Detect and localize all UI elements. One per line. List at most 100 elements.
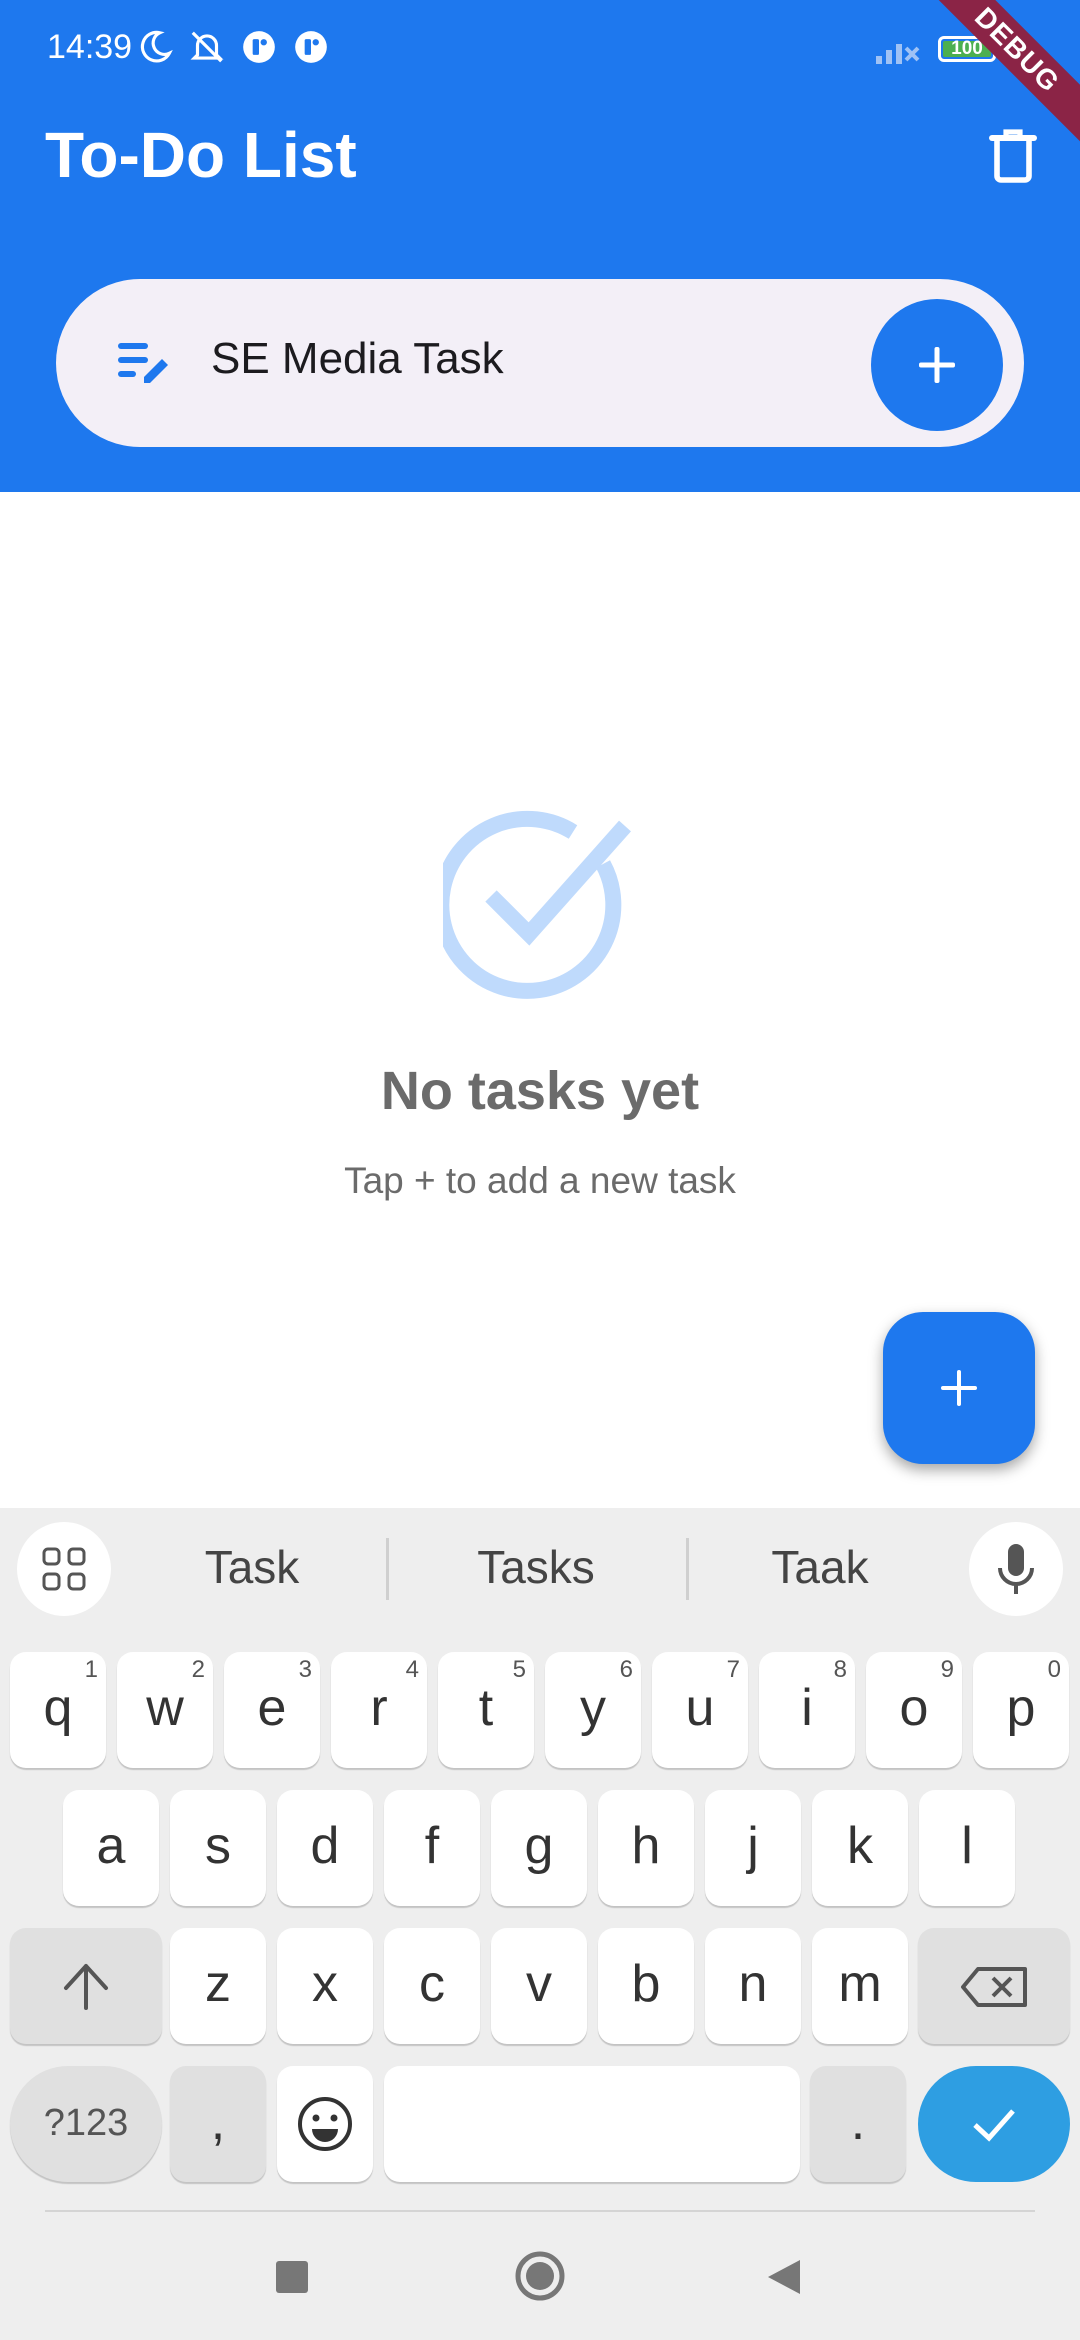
key-label: q xyxy=(43,1679,73,1737)
key-label: i xyxy=(801,1679,813,1737)
key-label: v xyxy=(526,1955,552,2013)
key-label: m xyxy=(838,1955,882,2013)
key-label: d xyxy=(310,1817,340,1875)
emoji-key[interactable] xyxy=(277,2066,373,2182)
key-label: y xyxy=(580,1679,606,1737)
key-label: k xyxy=(847,1817,873,1875)
key-p[interactable]: 0p xyxy=(973,1652,1069,1768)
app-header: 14:39 100 DEBUG To-Do List SE Media Task xyxy=(0,0,1080,492)
navigation-bar xyxy=(0,2212,1080,2340)
key-o[interactable]: 9o xyxy=(866,1652,962,1768)
suggestion-2[interactable]: Tasks xyxy=(396,1540,676,1594)
key-label: o xyxy=(899,1679,929,1737)
key-label: j xyxy=(747,1817,759,1875)
key-y[interactable]: 6y xyxy=(545,1652,641,1768)
comma-key-label: , xyxy=(210,2093,226,2151)
key-s[interactable]: s xyxy=(170,1790,266,1906)
key-label: h xyxy=(631,1817,661,1875)
key-t[interactable]: 5t xyxy=(438,1652,534,1768)
key-c[interactable]: c xyxy=(384,1928,480,2044)
key-label: s xyxy=(205,1817,231,1875)
symbols-key-label: ?123 xyxy=(43,2102,129,2144)
key-v[interactable]: v xyxy=(491,1928,587,2044)
key-f[interactable]: f xyxy=(384,1790,480,1906)
key-b[interactable]: b xyxy=(598,1928,694,2044)
shift-icon xyxy=(64,1964,108,2010)
back-icon[interactable] xyxy=(766,2258,802,2296)
plus-icon xyxy=(941,1370,977,1406)
edit-note-icon xyxy=(118,343,168,383)
key-r[interactable]: 4r xyxy=(331,1652,427,1768)
add-task-fab[interactable] xyxy=(883,1312,1035,1464)
key-n[interactable]: n xyxy=(705,1928,801,2044)
app-notification-icon xyxy=(295,31,327,63)
key-label: u xyxy=(685,1679,715,1737)
key-e[interactable]: 3e xyxy=(224,1652,320,1768)
moon-icon xyxy=(140,30,173,63)
key-label: f xyxy=(424,1817,440,1875)
suggestion-3[interactable]: Taak xyxy=(680,1540,960,1594)
key-x[interactable]: x xyxy=(277,1928,373,2044)
key-label: n xyxy=(738,1955,768,2013)
key-d[interactable]: d xyxy=(277,1790,373,1906)
key-label: b xyxy=(631,1955,661,2013)
task-input[interactable]: SE Media Task xyxy=(211,334,504,384)
key-m[interactable]: m xyxy=(812,1928,908,2044)
keyboard-menu-button[interactable] xyxy=(17,1522,111,1616)
key-label: r xyxy=(370,1679,388,1737)
add-task-button[interactable] xyxy=(871,299,1003,431)
comma-key[interactable]: , xyxy=(170,2066,266,2182)
enter-key[interactable] xyxy=(918,2066,1070,2182)
symbols-key[interactable]: ?123 xyxy=(10,2066,162,2182)
emoji-icon xyxy=(298,2097,352,2151)
checkmark-icon xyxy=(973,2109,1015,2142)
period-key-label: . xyxy=(850,2093,866,2151)
task-input-bar[interactable]: SE Media Task xyxy=(56,279,1024,447)
microphone-icon xyxy=(998,1544,1034,1594)
check-circle-icon xyxy=(443,810,631,999)
key-label: c xyxy=(419,1955,445,2013)
key-a[interactable]: a xyxy=(63,1790,159,1906)
key-label: g xyxy=(524,1817,554,1875)
key-label: a xyxy=(96,1817,126,1875)
key-label: w xyxy=(146,1679,184,1737)
key-label: z xyxy=(205,1955,231,2013)
status-bar: 14:39 100 DEBUG xyxy=(0,0,1080,153)
bell-off-icon xyxy=(190,31,224,63)
shift-key[interactable] xyxy=(10,1928,162,2044)
key-h[interactable]: h xyxy=(598,1790,694,1906)
backspace-icon xyxy=(961,1967,1027,2007)
suggestion-divider xyxy=(386,1538,389,1600)
key-label: t xyxy=(478,1679,494,1737)
empty-state-subtitle: Tap + to add a new task xyxy=(344,1160,736,1201)
key-u[interactable]: 7u xyxy=(652,1652,748,1768)
key-j[interactable]: j xyxy=(705,1790,801,1906)
key-label: l xyxy=(961,1817,973,1875)
key-l[interactable]: l xyxy=(919,1790,1015,1906)
suggestion-1[interactable]: Task xyxy=(112,1540,392,1594)
key-label: e xyxy=(257,1679,287,1737)
plus-icon xyxy=(919,347,955,383)
grid-icon xyxy=(42,1547,86,1591)
microphone-button[interactable] xyxy=(969,1522,1063,1616)
recents-icon[interactable] xyxy=(275,2260,309,2294)
key-g[interactable]: g xyxy=(491,1790,587,1906)
page-title: To-Do List xyxy=(45,119,357,191)
app-notification-icon xyxy=(243,31,275,63)
period-key[interactable]: . xyxy=(810,2066,906,2182)
key-i[interactable]: 8i xyxy=(759,1652,855,1768)
key-q[interactable]: 1q xyxy=(10,1652,106,1768)
status-time: 14:39 xyxy=(47,28,133,66)
space-key[interactable] xyxy=(384,2066,800,2182)
key-w[interactable]: 2w xyxy=(117,1652,213,1768)
trash-icon[interactable] xyxy=(988,128,1038,184)
home-icon[interactable] xyxy=(514,2250,566,2302)
key-label: x xyxy=(312,1955,338,2013)
key-label: p xyxy=(1006,1679,1036,1737)
backspace-key[interactable] xyxy=(918,1928,1070,2044)
key-z[interactable]: z xyxy=(170,1928,266,2044)
signal-off-icon xyxy=(876,44,920,64)
key-k[interactable]: k xyxy=(812,1790,908,1906)
empty-state-title: No tasks yet xyxy=(380,1061,700,1121)
status-icons xyxy=(136,28,330,66)
